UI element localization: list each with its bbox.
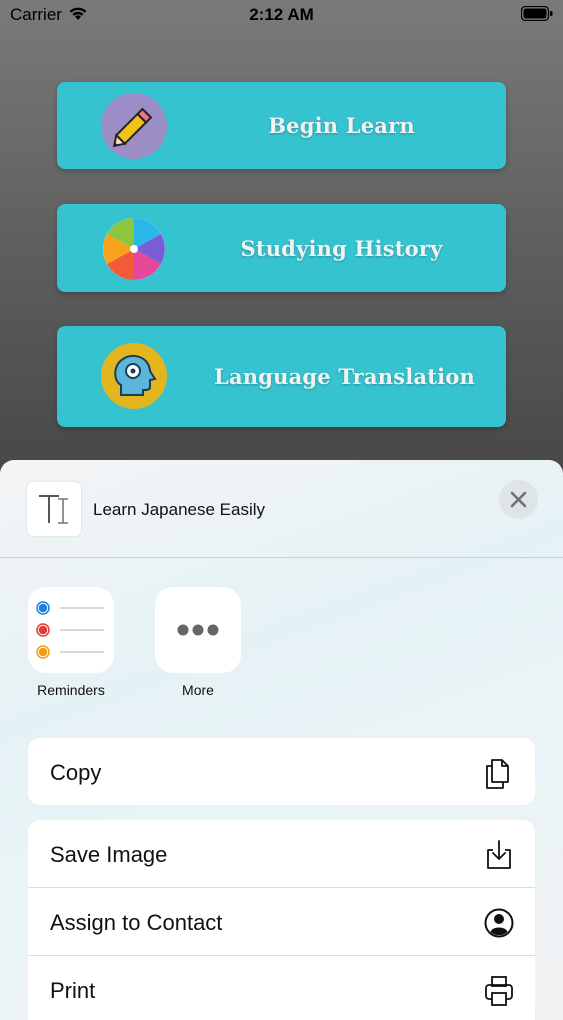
save-image-label: Save Image xyxy=(50,842,168,867)
print-icon xyxy=(485,976,513,1006)
print-label: Print xyxy=(50,978,96,1003)
text-icon xyxy=(39,495,68,524)
more-dots-icon xyxy=(177,624,219,636)
copy-action[interactable]: Copy xyxy=(28,738,535,805)
more-label: More xyxy=(182,682,214,698)
actions-group: Save Image Assign to Contact Print xyxy=(28,820,535,1020)
status-bar: Carrier 2:12 AM xyxy=(0,0,563,30)
share-sheet: Learn Japanese Easily Reminders More Cop… xyxy=(0,460,563,1020)
reminders-icon xyxy=(36,601,104,659)
assign-to-contact-label: Assign to Contact xyxy=(50,910,223,935)
color-swirl-icon xyxy=(103,218,165,280)
reminders-app-button[interactable] xyxy=(28,587,114,673)
battery-icon xyxy=(521,6,553,21)
brain-gear-icon xyxy=(101,343,167,409)
language-translation-label: Language Translation xyxy=(214,364,475,389)
reminders-label: Reminders xyxy=(37,682,105,698)
copy-action-group: Copy xyxy=(28,738,535,805)
begin-learn-label: Begin Learn xyxy=(268,113,415,138)
share-sheet-header: Learn Japanese Easily xyxy=(0,460,563,558)
close-button[interactable] xyxy=(499,480,538,519)
language-translation-button[interactable]: Language Translation xyxy=(57,326,506,427)
begin-learn-button[interactable]: Begin Learn xyxy=(57,82,506,169)
status-time: 2:12 AM xyxy=(249,5,314,24)
close-icon xyxy=(510,491,527,508)
print-action[interactable]: Print xyxy=(28,956,535,1020)
copy-label: Copy xyxy=(50,760,102,785)
text-document-thumbnail xyxy=(27,482,81,536)
studying-history-label: Studying History xyxy=(240,235,443,261)
contact-icon xyxy=(484,908,514,938)
more-apps-button[interactable] xyxy=(155,587,241,673)
share-sheet-title: Learn Japanese Easily xyxy=(93,500,266,519)
save-image-icon xyxy=(487,840,511,869)
assign-to-contact-action[interactable]: Assign to Contact xyxy=(28,888,535,956)
save-image-action[interactable]: Save Image xyxy=(28,820,535,888)
copy-icon xyxy=(486,759,509,789)
studying-history-button[interactable]: Studying History xyxy=(57,204,506,292)
pencil-icon xyxy=(101,93,167,159)
